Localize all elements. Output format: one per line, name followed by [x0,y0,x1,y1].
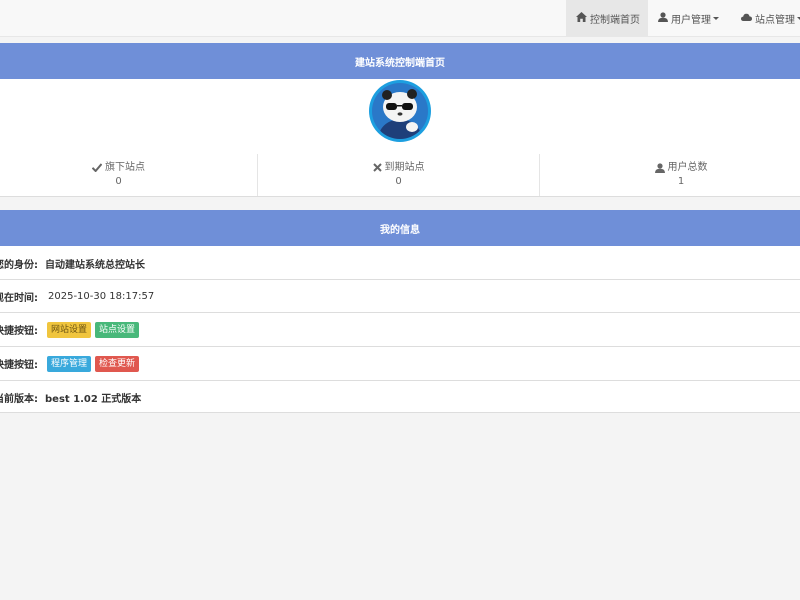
program-management-button[interactable]: 程序管理 [47,355,92,372]
stat-sites: 旗下站点 0 [0,154,257,196]
info-row-quick2: 快捷按钮: 程序管理 检查更新 [0,346,800,380]
nav-home[interactable]: 控制端首页 [566,0,648,36]
time-label: 现在时间: [0,293,38,304]
stat-sites-value: 0 [115,176,122,187]
website-settings-button[interactable]: 网站设置 [47,321,92,338]
identity-value: 自动建站系统总控站长 [45,259,145,271]
nav-sites[interactable]: 站点管理 [741,0,800,36]
check-update-button[interactable]: 检查更新 [95,355,140,372]
close-icon [372,163,382,172]
info-row-quick1: 快捷按钮: 网站设置 站点设置 [0,312,800,346]
nav-users[interactable]: 用户管理 [658,0,719,36]
dashboard-title: 建站系统控制端首页 [0,43,800,79]
user-icon [654,162,665,173]
quick1-label: 快捷按钮: [0,326,38,337]
stat-users-label: 用户总数 [667,162,708,173]
stat-expired: 到期站点 0 [258,154,539,196]
top-navbar: 控制端首页 用户管理 站点管理 [0,0,800,37]
info-row-version: 当前版本: best 1.02 正式版本 [0,380,800,414]
stat-expired-value: 0 [395,176,402,187]
check-icon [92,163,102,172]
info-row-identity: 您的身份: 自动建站系统总控站长 [0,246,800,280]
cloud-icon [741,13,752,24]
avatar [369,80,431,142]
quick2-label: 快捷按钮: [0,360,38,371]
user-icon [658,11,668,25]
identity-label: 您的身份: [0,259,38,271]
info-title: 我的信息 [0,210,800,246]
time-value: 2025-10-30 18:17:57 [48,291,155,302]
chevron-down-icon [713,16,719,20]
stat-users-value: 1 [677,176,685,187]
quick2-buttons: 程序管理 检查更新 [47,355,140,372]
quick1-buttons: 网站设置 站点设置 [47,321,140,338]
nav-sites-label: 站点管理 [755,14,795,26]
stats-row: 旗下站点 0 到期站点 0 用户总数 1 [0,154,800,196]
stat-expired-label: 到期站点 [384,162,425,173]
home-icon [576,11,587,25]
site-settings-button[interactable]: 站点设置 [95,321,140,338]
nav-home-label: 控制端首页 [590,14,640,26]
info-row-time: 现在时间: 2025-10-30 18:17:57 [0,279,800,313]
version-value: best 1.02 正式版本 [45,394,142,405]
stat-sites-label: 旗下站点 [105,162,145,173]
version-label: 当前版本: [0,394,38,405]
stat-users: 用户总数 1 [540,154,800,196]
nav-users-label: 用户管理 [671,14,711,26]
